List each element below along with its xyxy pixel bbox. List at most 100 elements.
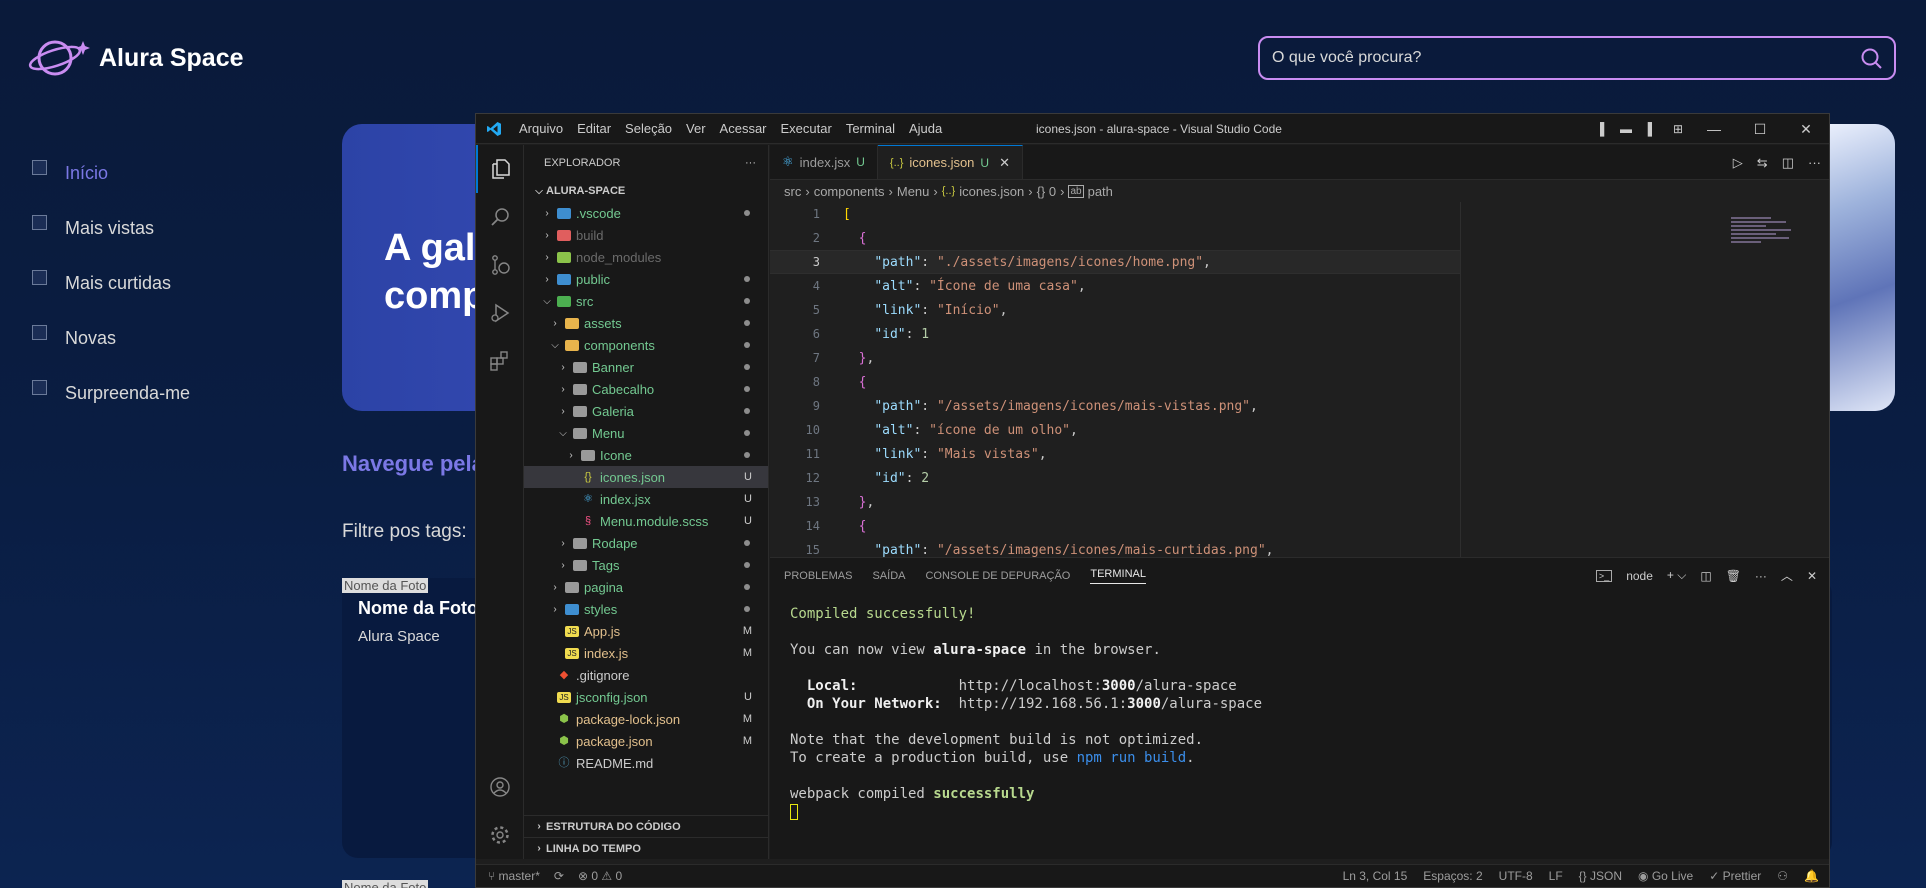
tab-icones-json[interactable]: {..} icones.json U ✕ [877,145,1023,179]
kill-terminal-icon[interactable]: 🗑 [1726,569,1741,583]
menu-ver[interactable]: Ver [679,121,713,136]
tree-item-vscode[interactable]: › .vscode [524,202,768,224]
menu-selecao[interactable]: Seleção [618,121,679,136]
menu-acessar[interactable]: Acessar [713,121,774,136]
tab-index-jsx[interactable]: ⚛ index.jsx U [770,145,878,179]
tree-item-package-lock-json[interactable]: ⬢ package-lock.json M [524,708,768,730]
line-number: 12 [805,471,820,485]
indentation[interactable]: Espaços: 2 [1423,869,1482,883]
menu-arquivo[interactable]: Arquivo [512,121,570,136]
accounts-icon[interactable] [476,763,524,811]
cursor-position[interactable]: Ln 3, Col 15 [1343,869,1408,883]
nav-item-surpreenda-me[interactable]: Surpreenda-me [32,366,190,421]
search-icon[interactable] [476,193,524,241]
settings-gear-icon[interactable] [476,811,524,859]
maximize-button[interactable]: ☐ [1737,121,1783,138]
panel-tab-output[interactable]: SAÍDA [872,570,905,582]
menu-terminal[interactable]: Terminal [839,121,902,136]
source-control-icon[interactable] [476,241,524,289]
menu-executar[interactable]: Executar [774,121,839,136]
tree-item-index-jsx[interactable]: ⚛ index.jsx U [524,488,768,510]
terminal-output[interactable]: Compiled successfully! You can now view a… [770,593,1829,821]
code-editor[interactable]: 1[2 {3 "path": "./assets/imagens/icones/… [770,202,1460,558]
panel-tab-problems[interactable]: PROBLEMAS [784,570,852,582]
tree-item-readme-md[interactable]: ⓘ README.md [524,752,768,774]
new-terminal-icon[interactable]: + ⌵ [1667,568,1686,583]
breadcrumb-item[interactable]: Menu [897,184,930,199]
close-tab-icon[interactable]: ✕ [999,155,1010,171]
tree-item-build[interactable]: › build [524,224,768,246]
tree-item-styles[interactable]: › styles [524,598,768,620]
toggle-primary-sidebar-icon[interactable]: ▐ [1587,122,1613,136]
panel-tab-debug-console[interactable]: CONSOLE DE DEPURAÇÃO [925,570,1070,582]
tree-item-src[interactable]: ⌵ src [524,290,768,312]
tree-item-galeria[interactable]: › Galeria [524,400,768,422]
breadcrumb-item[interactable]: {} 0 [1037,184,1057,199]
toggle-panel-icon[interactable]: ▬ [1613,122,1639,136]
go-live[interactable]: ◉ Go Live [1638,869,1693,883]
breadcrumb-item[interactable]: path [1088,184,1113,199]
prettier[interactable]: ✓ Prettier [1709,869,1761,883]
tree-item-icones-json[interactable]: {} icones.json U [524,466,768,488]
tree-item-icone[interactable]: › Icone [524,444,768,466]
outline-section[interactable]: › ESTRUTURA DO CÓDIGO [524,815,768,837]
close-panel-icon[interactable]: ✕ [1807,569,1817,583]
extensions-icon[interactable] [476,337,524,385]
search-icon[interactable] [1860,47,1882,69]
tree-item-tags[interactable]: › Tags [524,554,768,576]
maximize-panel-icon[interactable]: ︿ [1781,567,1793,584]
more-actions-icon[interactable]: ··· [1755,569,1767,583]
compare-changes-icon[interactable]: ⇆ [1757,155,1768,171]
nav-item-mais-curtidas[interactable]: Mais curtidas [32,256,190,311]
tree-item-banner[interactable]: › Banner [524,356,768,378]
tree-item-jsconfig-json[interactable]: JS jsconfig.json U [524,686,768,708]
nav-item-mais-vistas[interactable]: Mais vistas [32,201,190,256]
end-of-line[interactable]: LF [1549,869,1563,883]
tree-item-app-js[interactable]: JS App.js M [524,620,768,642]
tree-item-components[interactable]: ⌵ components [524,334,768,356]
timeline-section[interactable]: › LINHA DO TEMPO [524,837,768,859]
run-debug-icon[interactable] [476,289,524,337]
close-window-button[interactable]: ✕ [1783,121,1829,138]
tree-item-menu-module-scss[interactable]: § Menu.module.scss U [524,510,768,532]
notifications-bell-icon[interactable]: 🔔 [1804,869,1819,883]
search-input[interactable] [1272,49,1860,67]
explorer-more-actions[interactable]: ··· [745,157,756,169]
site-logo[interactable]: Alura Space [27,35,244,81]
problems-indicator[interactable]: ⊗ 0 ⚠ 0 [578,869,622,883]
explorer-icon[interactable] [476,145,524,193]
nav-item-inicio[interactable]: Início [32,146,190,201]
more-actions-icon[interactable]: ··· [1808,155,1821,170]
feedback-icon[interactable]: ⚇ [1777,869,1788,883]
toggle-secondary-sidebar-icon[interactable]: ▌ [1639,122,1665,136]
minimap[interactable] [1731,215,1821,275]
workspace-root[interactable]: ⌵ ALURA-SPACE [524,180,768,202]
sync-icon[interactable]: ⟳ [554,869,564,883]
tree-item-assets[interactable]: › assets [524,312,768,334]
run-icon[interactable]: ▷ [1733,155,1743,171]
panel-tab-terminal[interactable]: TERMINAL [1090,568,1146,584]
split-terminal-icon[interactable]: ◫ [1700,569,1711,583]
tree-item-node-modules[interactable]: › node_modules [524,246,768,268]
customize-layout-icon[interactable]: ⊞ [1665,122,1691,136]
split-editor-icon[interactable]: ◫ [1782,155,1794,171]
tree-item-menu[interactable]: ⌵ Menu [524,422,768,444]
menu-editar[interactable]: Editar [570,121,618,136]
language-mode[interactable]: {} JSON [1579,869,1622,883]
tree-item-package-json[interactable]: ⬢ package.json M [524,730,768,752]
tree-item-public[interactable]: › public [524,268,768,290]
tree-item-gitignore[interactable]: ◆ .gitignore [524,664,768,686]
tree-item-pagina[interactable]: › pagina [524,576,768,598]
breadcrumb-item[interactable]: src [784,184,801,199]
tree-item-cabecalho[interactable]: › Cabecalho [524,378,768,400]
encoding[interactable]: UTF-8 [1499,869,1533,883]
tree-item-index-js[interactable]: JS index.js M [524,642,768,664]
tree-item-rodape[interactable]: › Rodape [524,532,768,554]
terminal-name[interactable]: node [1626,569,1653,583]
nav-item-novas[interactable]: Novas [32,311,190,366]
minimize-button[interactable]: — [1691,121,1737,137]
breadcrumb-item[interactable]: icones.json [959,184,1024,199]
breadcrumb-item[interactable]: components [814,184,885,199]
git-branch[interactable]: ⑂ master* [488,869,540,883]
menu-ajuda[interactable]: Ajuda [902,121,949,136]
